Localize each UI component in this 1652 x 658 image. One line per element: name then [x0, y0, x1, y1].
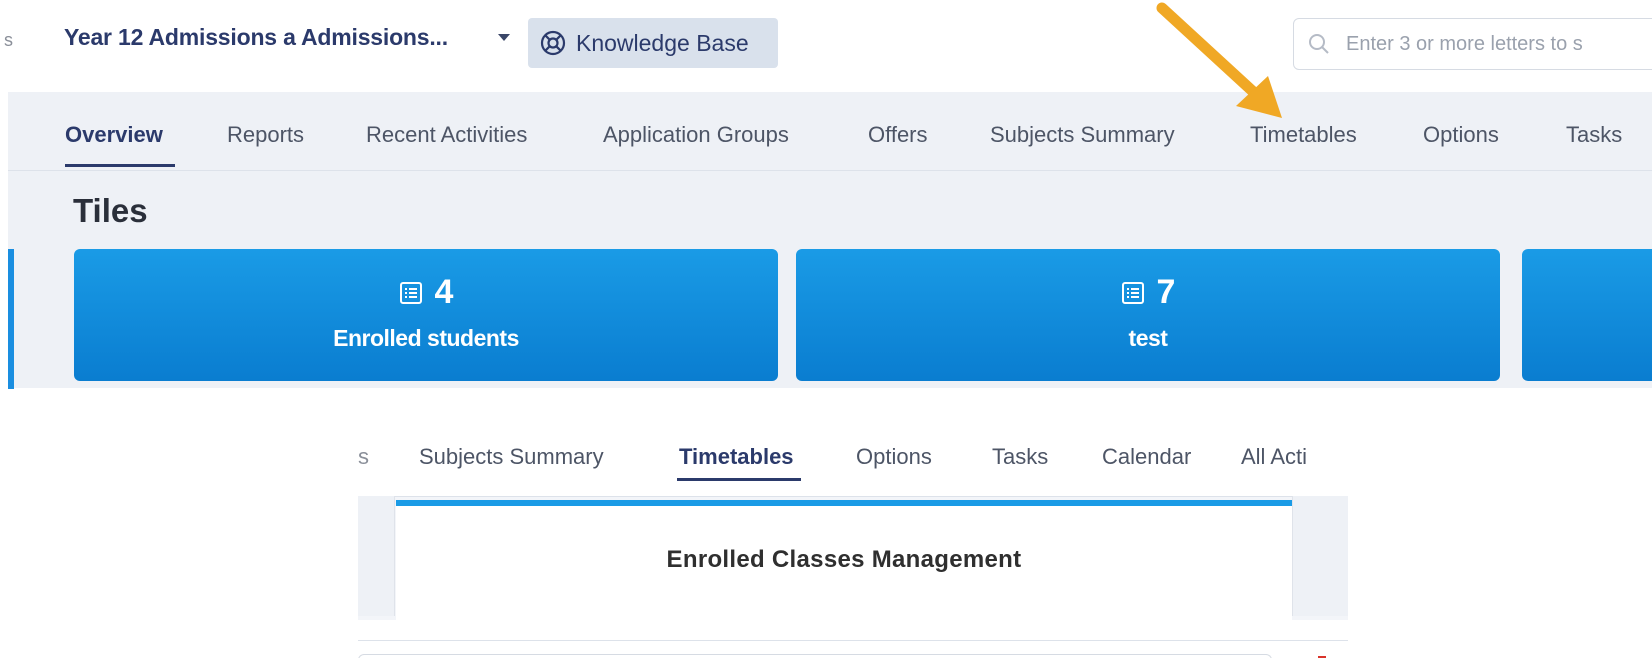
- tab-all-activities[interactable]: All Acti: [1241, 444, 1307, 470]
- annotation-arrow-icon: [1156, 2, 1282, 118]
- knowledge-base-button[interactable]: Knowledge Base: [528, 18, 778, 68]
- tile-label: test: [1128, 325, 1168, 351]
- section-tabs: Overview Reports Recent Activities Appli…: [8, 92, 1652, 171]
- list-icon: [1121, 281, 1144, 304]
- tiles-heading: Tiles: [73, 192, 148, 229]
- cut-off-text: s: [358, 444, 369, 469]
- partial-tile[interactable]: [8, 249, 14, 389]
- divider: [358, 640, 1348, 641]
- side-panel: [1292, 496, 1348, 616]
- overview-screenshot: s Year 12 Admissions a Admissions... Kno…: [0, 0, 1652, 389]
- tab-application-groups[interactable]: Application Groups: [603, 122, 789, 148]
- search-input[interactable]: [1344, 31, 1652, 57]
- app-header: s Year 12 Admissions a Admissions... Kno…: [0, 0, 1652, 92]
- lifebuoy-icon: [540, 30, 566, 56]
- tab-tasks[interactable]: Tasks: [1566, 122, 1622, 148]
- tile-partial[interactable]: [1522, 249, 1652, 381]
- tile-test[interactable]: 7 test: [796, 249, 1500, 381]
- tab-offers[interactable]: Offers: [868, 122, 928, 148]
- lower-area: [358, 620, 1348, 658]
- active-tab-indicator: [65, 164, 175, 167]
- content-area: Overview Reports Recent Activities Appli…: [8, 92, 1652, 389]
- section-tabs: s Subjects Summary Timetables Options Ta…: [358, 388, 1348, 497]
- cut-off-text: s: [4, 30, 13, 50]
- tab-calendar[interactable]: Calendar: [1102, 444, 1191, 470]
- tab-reports[interactable]: Reports: [227, 122, 304, 148]
- list-icon: [399, 281, 422, 304]
- enrolled-classes-card[interactable]: Enrolled Classes Management: [396, 500, 1292, 620]
- tab-tasks[interactable]: Tasks: [992, 444, 1048, 470]
- tab-overview[interactable]: Overview: [65, 122, 163, 148]
- tile-enrolled-students[interactable]: 4 Enrolled students: [74, 249, 778, 381]
- global-search[interactable]: [1293, 18, 1652, 70]
- knowledge-base-label: Knowledge Base: [576, 29, 749, 56]
- tab-subjects-summary[interactable]: Subjects Summary: [419, 444, 604, 470]
- tile-count: 7: [1156, 273, 1176, 311]
- tab-timetables[interactable]: Timetables: [679, 444, 794, 470]
- breadcrumb-dropdown[interactable]: Year 12 Admissions a Admissions...: [64, 24, 448, 51]
- tab-recent-activities[interactable]: Recent Activities: [366, 122, 527, 148]
- timetables-screenshot: s Subjects Summary Timetables Options Ta…: [358, 388, 1348, 658]
- search-icon: [1309, 34, 1329, 54]
- caret-down-icon[interactable]: [498, 34, 510, 41]
- tile-count: 4: [434, 273, 454, 311]
- active-tab-indicator: [677, 478, 801, 481]
- side-panel: [358, 496, 395, 616]
- partial-input[interactable]: [358, 654, 1272, 658]
- card-title: Enrolled Classes Management: [666, 546, 1022, 573]
- tile-label: Enrolled students: [333, 325, 519, 351]
- tab-options[interactable]: Options: [1423, 122, 1499, 148]
- tab-options[interactable]: Options: [856, 444, 932, 470]
